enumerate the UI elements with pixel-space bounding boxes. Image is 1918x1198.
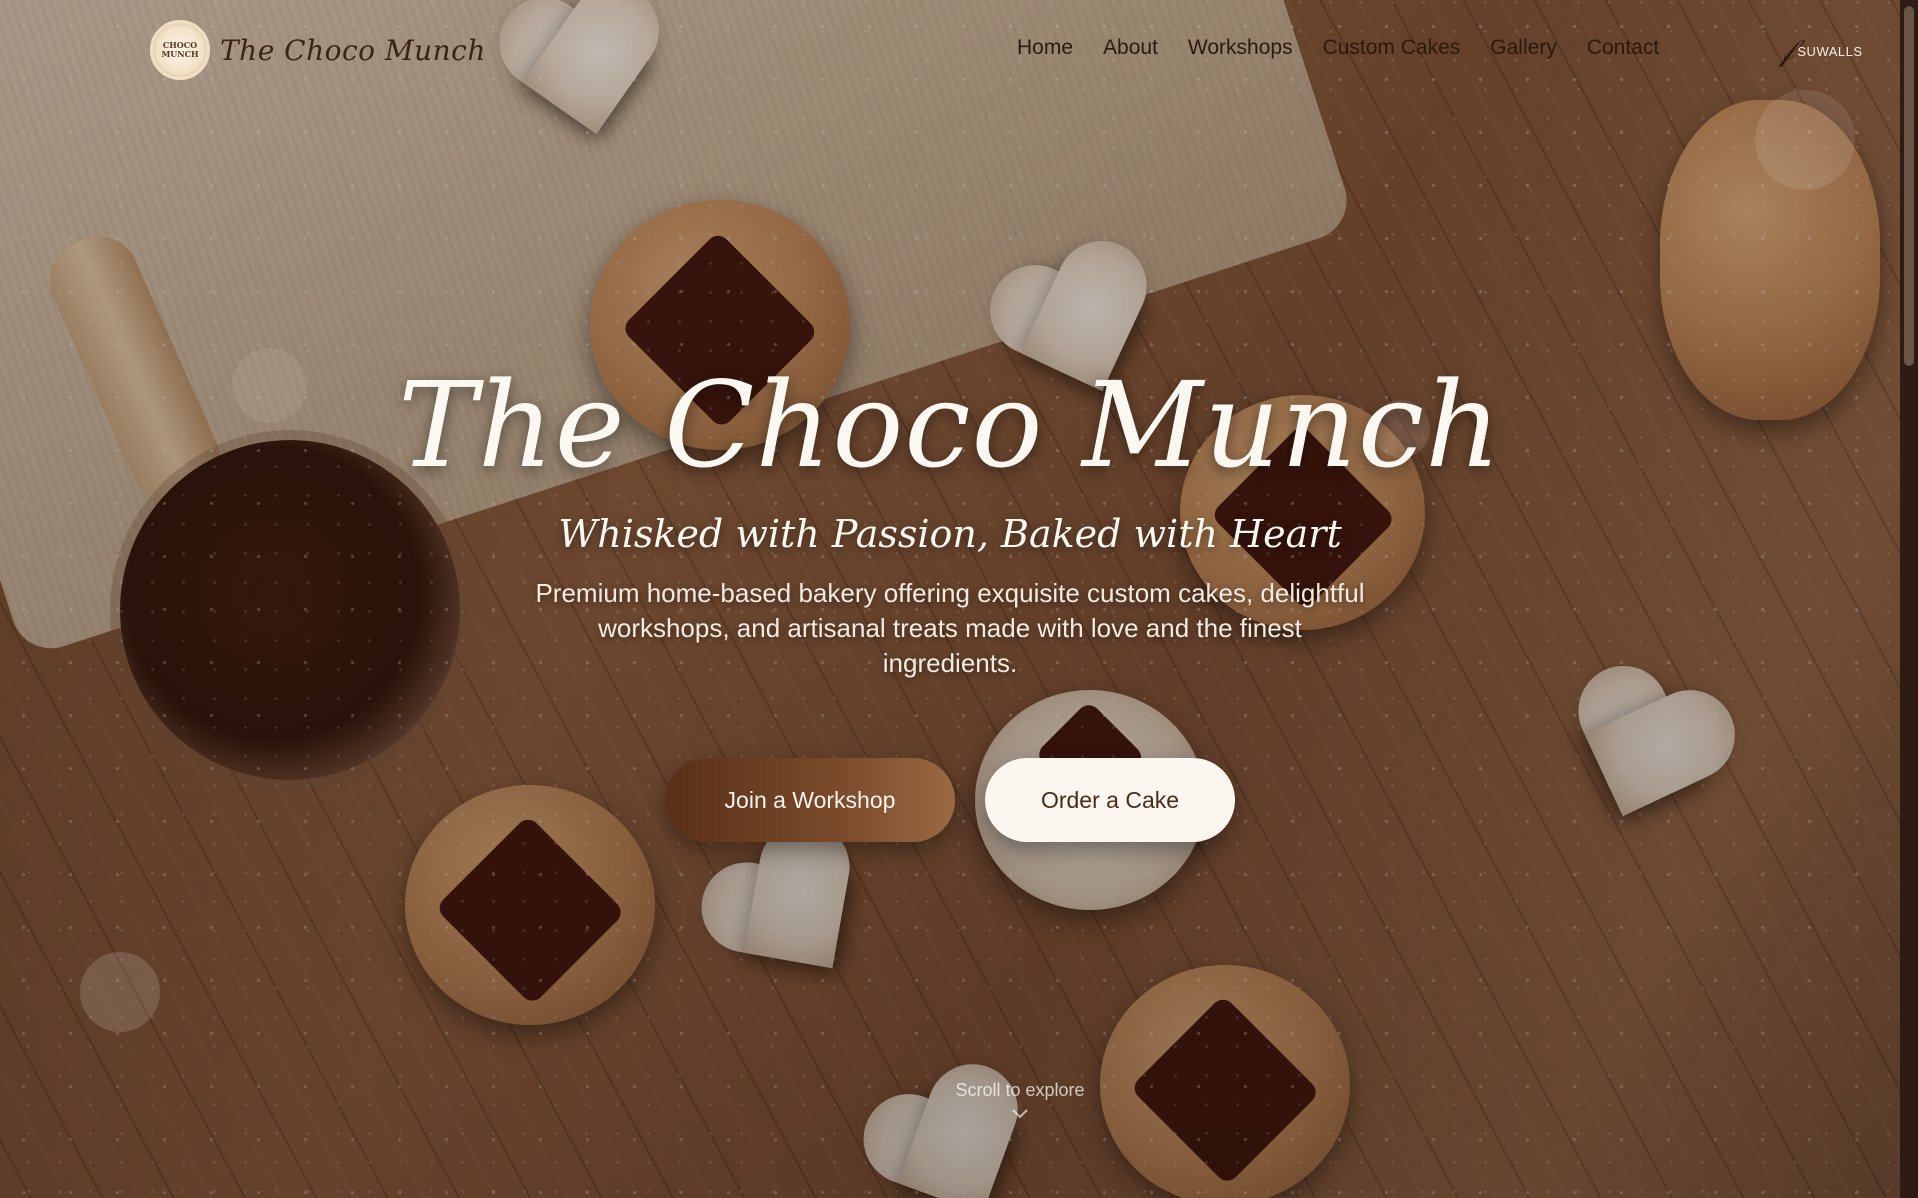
nav-link-contact[interactable]: Contact [1587,36,1659,60]
chevron-down-icon [1010,1107,1030,1121]
main-nav: Home About Workshops Custom Cakes Galler… [1017,36,1659,60]
decorative-bubble [80,952,160,1032]
hero-description: Premium home-based bakery offering exqui… [535,578,1365,678]
hero-title: The Choco Munch [398,356,1502,494]
brand-name[interactable]: The Choco Munch [220,34,486,67]
nav-link-about[interactable]: About [1103,36,1158,60]
decorative-bubble [1755,90,1855,190]
nav-link-workshops[interactable]: Workshops [1188,36,1293,60]
cta-group: Join a Workshop Order a Cake [0,758,1900,842]
signature-icon: 𝒻 [1780,33,1794,68]
brand[interactable]: CHOCO MUNCH The Choco Munch [150,20,486,80]
page: CHOCO MUNCH The Choco Munch Home About W… [0,0,1918,1198]
order-cake-button[interactable]: Order a Cake [985,758,1235,842]
nav-link-home[interactable]: Home [1017,36,1073,60]
scrollbar-thumb[interactable] [1904,6,1914,366]
site-header: CHOCO MUNCH The Choco Munch Home About W… [0,0,1900,100]
brand-logo[interactable]: CHOCO MUNCH [150,20,210,80]
scroll-hint-text: Scroll to explore [955,1080,1085,1100]
hero-tagline: Whisked with Passion, Baked with Heart [558,512,1342,556]
join-workshop-button[interactable]: Join a Workshop [665,758,955,842]
nav-link-gallery[interactable]: Gallery [1490,36,1557,60]
watermark-signature: 𝒻 SUWALLS [1780,36,1863,66]
hero-section: The Choco Munch Whisked with Passion, Ba… [0,350,1900,842]
page-scrollbar[interactable] [1900,0,1918,1198]
signature-text: SUWALLS [1797,43,1863,59]
brand-logo-text: CHOCO MUNCH [161,40,199,59]
nav-link-custom-cakes[interactable]: Custom Cakes [1323,36,1461,60]
scroll-indicator[interactable]: Scroll to explore [0,1080,1918,1121]
